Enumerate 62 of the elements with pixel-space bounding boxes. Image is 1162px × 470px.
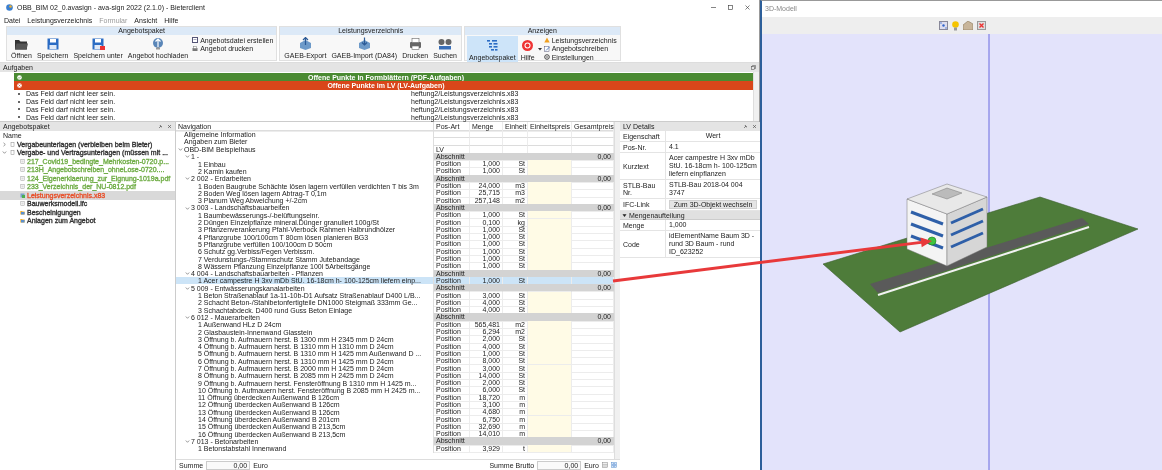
printer-icon	[192, 45, 199, 52]
triangle-down-icon[interactable]	[622, 212, 627, 218]
document-icon	[192, 37, 199, 44]
error-icon	[17, 83, 22, 89]
edit-icon	[543, 45, 550, 52]
folder-icon	[20, 218, 25, 224]
folder-icon	[14, 38, 29, 50]
chevron-down-icon[interactable]	[178, 147, 183, 153]
close-icon[interactable]	[976, 21, 986, 30]
save-as-icon	[91, 38, 105, 50]
chevron-down-icon[interactable]	[185, 176, 190, 182]
price-field[interactable]	[528, 444, 572, 453]
box-export-icon	[298, 37, 312, 50]
chevron-down-icon[interactable]	[2, 150, 7, 156]
close-icon[interactable]	[167, 124, 172, 129]
pin-icon[interactable]	[158, 124, 163, 129]
file-icon	[20, 158, 25, 164]
restore-icon[interactable]	[751, 65, 756, 70]
file-icon	[20, 175, 25, 181]
price-field[interactable]	[528, 211, 572, 220]
app-logo-icon	[6, 4, 13, 11]
price-field[interactable]	[528, 167, 572, 176]
price-field[interactable]	[528, 408, 572, 417]
help-icon	[521, 38, 535, 52]
chevron-down-icon[interactable]	[185, 285, 190, 291]
folder-icon	[20, 209, 25, 215]
maximize-icon[interactable]	[727, 4, 734, 11]
printer-icon	[408, 38, 422, 50]
chevron-down-icon[interactable]	[185, 439, 190, 445]
chevron-down-icon[interactable]	[185, 315, 190, 320]
spreadsheet-icon	[20, 192, 25, 198]
scrollbar[interactable]	[614, 122, 620, 459]
fit-view-icon[interactable]	[938, 21, 948, 30]
list-icon	[486, 38, 499, 52]
price-field[interactable]	[528, 357, 572, 366]
scrollbar[interactable]	[753, 72, 759, 121]
binoculars-icon	[438, 38, 453, 50]
warning-icon	[543, 37, 550, 44]
check-icon	[17, 74, 22, 80]
close-icon[interactable]	[744, 4, 751, 11]
house-icon[interactable]	[962, 21, 973, 30]
chevron-down-icon[interactable]	[185, 271, 190, 277]
settings-icon	[543, 54, 550, 61]
caret-icon[interactable]	[537, 46, 542, 51]
file-icon	[20, 201, 25, 207]
building-model-drawing[interactable]	[822, 183, 1139, 333]
minimize-icon[interactable]	[710, 4, 717, 11]
lightbulb-icon[interactable]	[951, 20, 959, 31]
price-field[interactable]	[528, 262, 572, 271]
box-import-icon	[357, 37, 371, 50]
chevron-down-icon[interactable]	[185, 205, 190, 211]
chevron-down-icon[interactable]	[185, 154, 190, 160]
chevron-right-icon[interactable]	[2, 141, 7, 147]
file-icon	[20, 167, 25, 173]
file-icon	[20, 184, 25, 190]
save-icon	[46, 38, 59, 50]
close-icon[interactable]	[752, 124, 757, 129]
grid-view-icon[interactable]	[602, 462, 608, 468]
3d-viewport[interactable]	[762, 34, 1162, 470]
upload-icon	[152, 37, 164, 50]
settings-icon[interactable]	[611, 462, 617, 468]
pin-icon[interactable]	[743, 124, 748, 129]
